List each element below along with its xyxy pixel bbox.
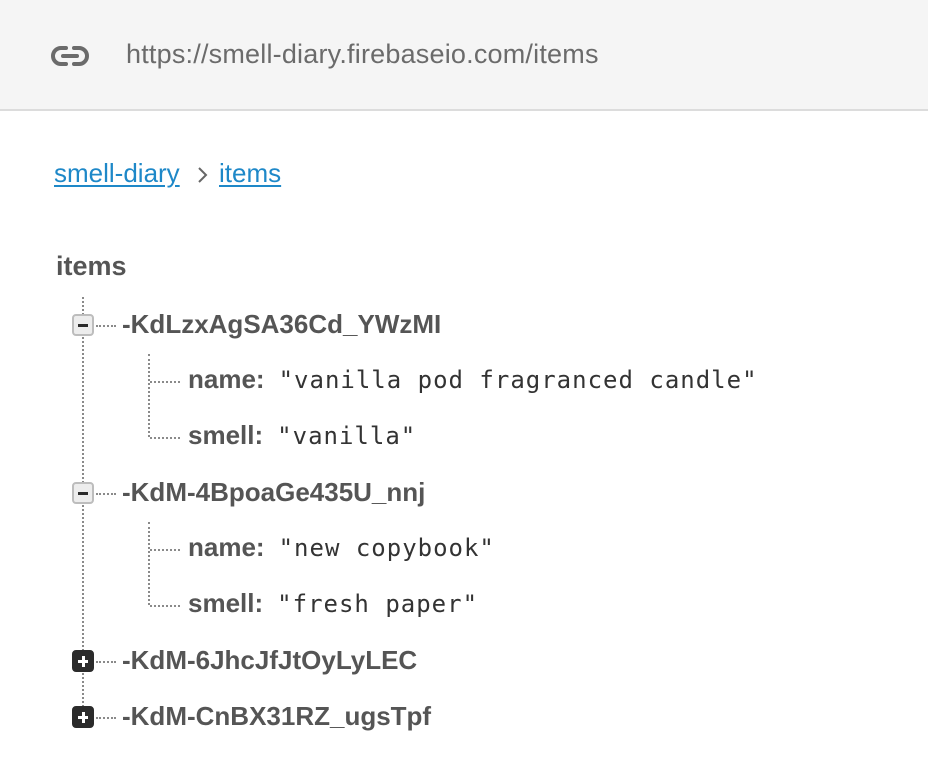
tree-node-key[interactable]: -KdM-6JhcJfJtOyLyLEC [122, 645, 417, 676]
breadcrumb-root-link[interactable]: smell-diary [54, 158, 180, 189]
tree-branch-line [150, 605, 180, 607]
tree-field-row[interactable]: name: "new copybook" [188, 532, 495, 566]
field-key: name [188, 364, 256, 394]
tree-branch-line [150, 549, 180, 551]
tree-field-row[interactable]: smell: "fresh paper" [188, 588, 478, 622]
expand-toggle-icon[interactable] [72, 706, 94, 728]
tree-node-key[interactable]: -KdM-CnBX31RZ_ugsTpf [122, 701, 431, 732]
collapse-toggle-icon[interactable] [72, 482, 94, 504]
expand-toggle-icon[interactable] [72, 650, 94, 672]
tree-branch-line [150, 437, 180, 439]
field-key: name [188, 532, 256, 562]
breadcrumb-current-link[interactable]: items [219, 158, 281, 189]
field-value[interactable]: "vanilla pod fragranced candle" [279, 366, 758, 394]
field-colon: : [255, 364, 265, 394]
tree-child-line [148, 354, 150, 437]
field-key: smell [188, 420, 255, 450]
field-colon: : [254, 420, 264, 450]
tree-branch-line [96, 717, 116, 719]
field-colon: : [254, 588, 264, 618]
tree-branch-line [150, 381, 180, 383]
field-value[interactable]: "new copybook" [279, 534, 495, 562]
url-text[interactable]: https://smell-diary.firebaseio.com/items [126, 39, 599, 70]
tree-branch-line [96, 661, 116, 663]
tree-node-key[interactable]: -KdM-4BpoaGe435U_nnj [122, 477, 425, 508]
url-bar: https://smell-diary.firebaseio.com/items [0, 0, 928, 111]
field-colon: : [255, 532, 265, 562]
link-icon [51, 46, 89, 66]
tree-branch-line [96, 325, 116, 327]
tree-root-label: items [56, 251, 127, 281]
field-key: smell [188, 588, 255, 618]
tree-branch-line [96, 493, 116, 495]
tree-child-line [148, 522, 150, 605]
chevron-right-icon [198, 167, 208, 183]
tree-field-row[interactable]: name: "vanilla pod fragranced candle" [188, 364, 758, 398]
collapse-toggle-icon[interactable] [72, 314, 94, 336]
tree-field-row[interactable]: smell: "vanilla" [188, 420, 416, 454]
field-value[interactable]: "vanilla" [277, 422, 416, 450]
tree-node-key[interactable]: -KdLzxAgSA36Cd_YWzMI [122, 309, 441, 340]
field-value[interactable]: "fresh paper" [277, 590, 478, 618]
